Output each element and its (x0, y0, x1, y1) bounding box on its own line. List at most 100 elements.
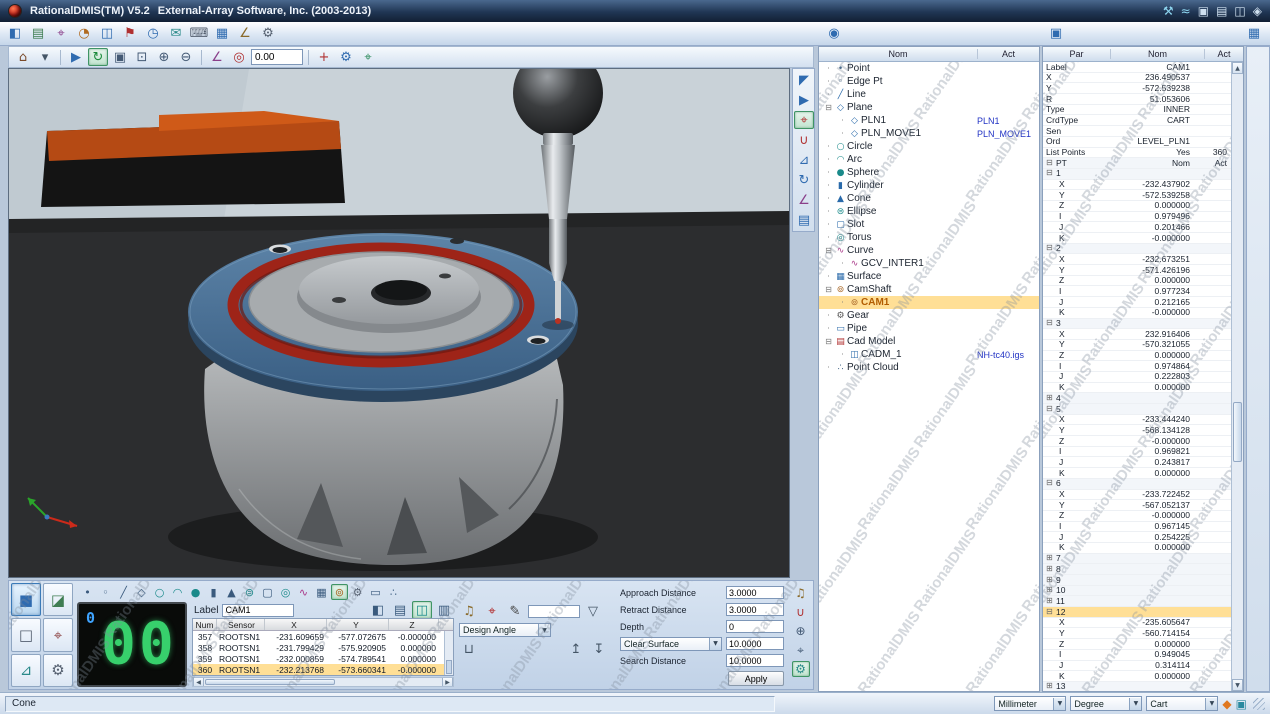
tree-item-ellipse[interactable]: ·⊜Ellipse (819, 205, 1039, 218)
tree-item-cad-model[interactable]: ⊟▤Cad Model (819, 335, 1039, 348)
tree-item-pln1[interactable]: ·◇PLN1PLN1 (819, 114, 1039, 127)
prop-row-5[interactable]: ⊟5 (1043, 404, 1231, 415)
view-toggle-list-icon[interactable]: ▤ (390, 601, 410, 619)
gear-feature-icon[interactable]: ⚙ (349, 584, 366, 600)
tree-item-cam1[interactable]: ·⊚CAM1 (819, 296, 1039, 309)
prop-row-4[interactable]: ⊞4 (1043, 393, 1231, 404)
network-icon[interactable]: ≈ (1181, 5, 1191, 17)
tree-item-edge-pt[interactable]: ·◦Edge Pt (819, 75, 1039, 88)
rotate-view-icon[interactable]: ↻ (794, 171, 814, 189)
offset-input[interactable] (251, 49, 303, 65)
cone-feature-icon[interactable]: ▲ (223, 584, 240, 600)
sort-down-icon[interactable]: ↧ (589, 640, 609, 658)
prop-row-12[interactable]: ⊟12 (1043, 607, 1231, 618)
prop-row-x[interactable]: X-235.605647 (1043, 618, 1231, 629)
expander-icon[interactable]: ⊞ (1046, 596, 1056, 607)
tree-item-pipe[interactable]: ·▭Pipe (819, 322, 1039, 335)
tree-item-arc[interactable]: ·◠Arc (819, 153, 1039, 166)
prop-row-x[interactable]: X-233.722452 (1043, 490, 1231, 501)
table-row[interactable]: 360ROOTSN1-232.213768-573.660341-0.00000… (193, 664, 453, 675)
prop-row-x[interactable]: X-232.437902 (1043, 180, 1231, 191)
sort-up-icon[interactable]: ↥ (566, 640, 586, 658)
pin-icon[interactable]: ◤ (794, 71, 814, 89)
prop-row-k[interactable]: K-0.000000 (1043, 233, 1231, 244)
gauge-icon[interactable]: ◔ (74, 25, 94, 43)
prop-row-k[interactable]: K0.000000 (1043, 383, 1231, 394)
prop-row-y[interactable]: Y-571.426196 (1043, 265, 1231, 276)
depth-input[interactable] (726, 620, 784, 633)
coordsys-select[interactable]: Cart▼ (1146, 696, 1218, 711)
probe-small-icon[interactable]: ⌖ (792, 642, 810, 658)
prop-row-type[interactable]: TypeINNER (1043, 105, 1231, 116)
sync-icon[interactable]: ▣ (1236, 697, 1247, 711)
speaker-icon[interactable]: ♫ (459, 602, 479, 620)
zoom-window-icon[interactable]: ▣ (110, 48, 130, 66)
sensor-icon[interactable]: ⌖ (482, 602, 502, 620)
message-icon[interactable]: ✉ (166, 25, 186, 43)
torus-feature-icon[interactable]: ◎ (277, 584, 294, 600)
expander-icon[interactable]: ⊟ (1046, 158, 1056, 169)
prop-row-10[interactable]: ⊞10 (1043, 586, 1231, 597)
prop-row-2[interactable]: ⊟2 (1043, 244, 1231, 255)
angle-units-select[interactable]: Degree▼ (1070, 696, 1142, 711)
expander-icon[interactable]: ⊟ (823, 337, 834, 346)
clear-surface-select[interactable]: Clear Surface▼ (620, 637, 722, 651)
prop-row-y[interactable]: Y-560.714154 (1043, 628, 1231, 639)
keyboard-icon[interactable]: ⌨ (189, 25, 209, 43)
ellipse-feature-icon[interactable]: ⊜ (241, 584, 258, 600)
prop-row-i[interactable]: I0.949045 (1043, 650, 1231, 661)
alignment-plane-button[interactable]: ◪ (43, 583, 73, 616)
edge-point-icon[interactable]: ◦ (97, 584, 114, 600)
prop-row-sen[interactable]: Sen (1043, 126, 1231, 137)
tree-item-sphere[interactable]: ·●Sphere (819, 166, 1039, 179)
expander-icon[interactable]: ⊟ (1046, 168, 1056, 179)
expander-icon[interactable]: ⊞ (1046, 393, 1056, 404)
expander-icon[interactable]: ⊟ (823, 103, 834, 112)
scroll-down-icon[interactable]: ▼ (1232, 679, 1243, 691)
magnet-small-icon[interactable]: ∪ (792, 604, 810, 620)
prop-row-13[interactable]: ⊞13 (1043, 682, 1231, 691)
announce-icon[interactable]: ♫ (792, 585, 810, 601)
dock-panel-icon[interactable]: ▦ (1244, 24, 1264, 42)
probe-mode-icon[interactable]: ⌖ (794, 111, 814, 129)
machine-config-button[interactable]: ⚙ (43, 654, 73, 687)
select-cursor-icon[interactable]: ▶ (66, 48, 86, 66)
crosshair-icon[interactable]: + (314, 48, 334, 66)
expander-icon[interactable]: ⊞ (1046, 585, 1056, 596)
zoom-out-icon[interactable]: ⊖ (176, 48, 196, 66)
resize-grip[interactable] (1253, 698, 1265, 710)
plane-feature-icon[interactable]: ◇ (133, 584, 150, 600)
home-dropdown-icon[interactable]: ▾ (35, 48, 55, 66)
alert-icon[interactable]: ◆ (1222, 697, 1231, 711)
scroll-right-icon[interactable]: ▶ (442, 678, 453, 686)
point-feature-icon[interactable]: • (79, 584, 96, 600)
slot-feature-icon[interactable]: ▢ (259, 584, 276, 600)
prop-row-z[interactable]: Z0.000000 (1043, 276, 1231, 287)
props-pin-icon[interactable]: ▣ (1046, 24, 1066, 42)
filter-icon[interactable]: ▽ (583, 602, 603, 620)
prop-row-i[interactable]: I0.977234 (1043, 286, 1231, 297)
tree-item-slot[interactable]: ·▢Slot (819, 218, 1039, 231)
settings-small-icon[interactable]: ⚙ (792, 661, 810, 677)
prop-row-z[interactable]: Z0.000000 (1043, 351, 1231, 362)
machine-icon[interactable]: ▤ (28, 25, 48, 43)
part-model-button[interactable]: □ (11, 618, 41, 651)
probe-manager-icon[interactable]: ⌖ (51, 25, 71, 43)
caliper-button[interactable]: ⊿ (11, 654, 41, 687)
lock-icon[interactable]: ◈ (1253, 5, 1262, 17)
sensor-build-icon[interactable]: ⌖ (358, 48, 378, 66)
camshaft-feature-icon[interactable]: ⊚ (331, 584, 348, 600)
search-distance-input[interactable] (726, 654, 784, 667)
sphere-feature-icon[interactable]: ● (187, 584, 204, 600)
prop-row-i[interactable]: I0.969821 (1043, 447, 1231, 458)
prop-row-j[interactable]: J0.212165 (1043, 297, 1231, 308)
scroll-up-icon[interactable]: ▲ (1232, 62, 1243, 74)
probe-config-icon[interactable]: ⚙ (336, 48, 356, 66)
prop-row-i[interactable]: I0.974864 (1043, 361, 1231, 372)
tree-item-curve[interactable]: ⊟∿Curve (819, 244, 1039, 257)
point-cloud-icon[interactable]: ∴ (385, 584, 402, 600)
select-icon[interactable]: ▶ (794, 91, 814, 109)
circle-feature-icon[interactable]: ○ (151, 584, 168, 600)
controller-icon[interactable]: ⚒ (1163, 5, 1174, 17)
expander-icon[interactable]: ⊟ (1046, 478, 1056, 489)
